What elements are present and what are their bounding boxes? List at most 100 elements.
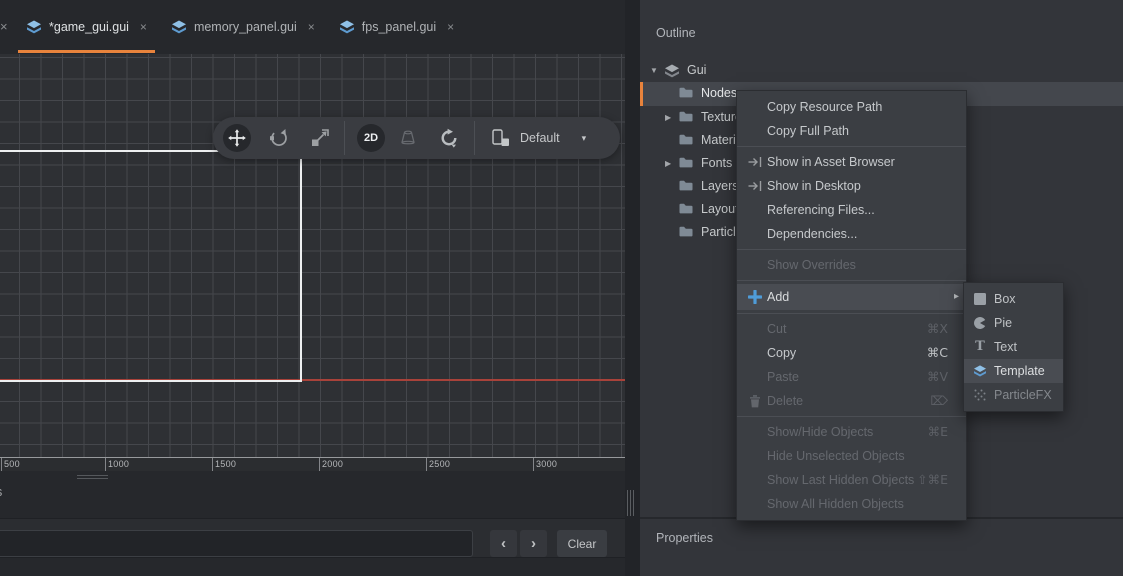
clear-button[interactable]: Clear bbox=[557, 530, 607, 557]
close-icon[interactable]: × bbox=[308, 20, 315, 34]
tab-fps-panel[interactable]: fps_panel.gui × bbox=[327, 0, 466, 54]
submenu-item-particlefx[interactable]: ParticleFX bbox=[964, 383, 1063, 407]
console-toolbar: ‹ › Clear bbox=[0, 518, 625, 558]
menu-item-copy[interactable]: Copy ⌘C bbox=[737, 341, 966, 365]
menu-item-show-overrides: Show Overrides bbox=[737, 253, 966, 277]
close-icon[interactable]: × bbox=[0, 19, 14, 34]
folder-icon bbox=[679, 87, 693, 98]
pie-node-icon bbox=[971, 311, 989, 335]
menu-item-show-hide-objects: Show/Hide Objects ⌘E bbox=[737, 420, 966, 444]
menu-item-paste: Paste ⌘V bbox=[737, 365, 966, 389]
gui-scene-icon bbox=[664, 64, 680, 78]
menu-item-referencing-files[interactable]: Referencing Files... bbox=[737, 198, 966, 222]
submenu-item-box[interactable]: Box bbox=[964, 287, 1063, 311]
tree-row-gui[interactable]: ▼ Gui bbox=[640, 59, 1123, 82]
horizontal-ruler: 500 1000 1500 2000 2500 3000 bbox=[0, 457, 625, 471]
tree-label: Nodes bbox=[701, 86, 737, 100]
gui-scene-icon bbox=[26, 20, 42, 34]
outline-panel-title: Outline bbox=[656, 26, 696, 40]
template-node-icon bbox=[971, 359, 989, 383]
console-search-input[interactable] bbox=[0, 530, 473, 557]
viewport-toolbar: 2D bbox=[213, 117, 620, 159]
menu-separator bbox=[737, 280, 966, 281]
2d-mode-button[interactable]: 2D bbox=[357, 124, 385, 152]
expand-icon[interactable]: ▶ bbox=[665, 159, 671, 168]
shortcut-label: ⇧⌘E bbox=[917, 468, 948, 492]
frustum-icon bbox=[398, 128, 418, 148]
tab-label: fps_panel.gui bbox=[362, 20, 436, 34]
ruler-label: 1500 bbox=[215, 459, 236, 469]
ruler-label: 500 bbox=[4, 459, 20, 469]
collapse-icon[interactable]: ▼ bbox=[650, 66, 658, 75]
menu-item-cut: Cut ⌘X bbox=[737, 317, 966, 341]
active-tab-underline bbox=[18, 50, 155, 53]
camera-rotate-icon bbox=[439, 128, 459, 148]
tab-label: memory_panel.gui bbox=[194, 20, 297, 34]
scale-tool-button[interactable] bbox=[310, 128, 330, 148]
selection-bar bbox=[640, 82, 643, 106]
shortcut-label: ⌘E bbox=[928, 420, 948, 444]
folder-icon bbox=[679, 157, 693, 168]
prev-match-button[interactable]: ‹ bbox=[490, 530, 517, 557]
folder-icon bbox=[679, 134, 693, 145]
tree-label: Gui bbox=[687, 63, 706, 77]
center-pane: × *game_gui.gui × memory_pane bbox=[0, 0, 625, 576]
folder-icon bbox=[679, 111, 693, 122]
next-match-button[interactable]: › bbox=[520, 530, 547, 557]
ruler-tick bbox=[533, 458, 534, 471]
submenu-item-text[interactable]: T Text bbox=[964, 335, 1063, 359]
ruler-tick bbox=[426, 458, 427, 471]
perspective-camera-button[interactable] bbox=[398, 128, 418, 148]
expand-icon[interactable]: ▶ bbox=[665, 113, 671, 122]
gui-scene-icon bbox=[171, 20, 187, 34]
menu-separator bbox=[737, 249, 966, 250]
shortcut-label: ⌘C bbox=[927, 341, 948, 365]
camera-profile-dropdown[interactable]: Default bbox=[520, 131, 560, 145]
menu-item-hide-unselected-objects: Hide Unselected Objects bbox=[737, 444, 966, 468]
gui-canvas-bounds bbox=[0, 150, 302, 382]
chevron-down-icon: ▾ bbox=[582, 133, 587, 144]
move-tool-button[interactable] bbox=[223, 124, 251, 152]
move-tool-icon bbox=[228, 129, 246, 147]
submenu-item-template[interactable]: Template bbox=[964, 359, 1063, 383]
console-panel: s ‹ › Clear bbox=[0, 471, 625, 576]
close-icon[interactable]: × bbox=[447, 20, 454, 34]
menu-item-add[interactable]: Add ▸ bbox=[737, 284, 966, 310]
menu-item-show-in-asset-browser[interactable]: Show in Asset Browser bbox=[737, 150, 966, 174]
tab-game-gui[interactable]: *game_gui.gui × bbox=[14, 0, 159, 54]
reset-camera-button[interactable] bbox=[439, 128, 459, 148]
tab-memory-panel[interactable]: memory_panel.gui × bbox=[159, 0, 327, 54]
text-node-icon: T bbox=[971, 335, 989, 359]
menu-item-dependencies[interactable]: Dependencies... bbox=[737, 222, 966, 246]
horizontal-split-handle[interactable] bbox=[77, 475, 108, 481]
ruler-label: 2500 bbox=[429, 459, 450, 469]
close-icon[interactable]: × bbox=[140, 20, 147, 34]
ruler-label: 3000 bbox=[536, 459, 557, 469]
menu-item-delete: Delete ⌦ bbox=[737, 389, 966, 413]
plus-icon bbox=[746, 284, 764, 310]
menu-separator bbox=[737, 416, 966, 417]
properties-panel-title: Properties bbox=[656, 531, 713, 545]
ruler-label: 2000 bbox=[322, 459, 343, 469]
ruler-tick bbox=[212, 458, 213, 471]
clipped-tab-label-fragment: s bbox=[0, 485, 2, 499]
menu-item-copy-full-path[interactable]: Copy Full Path bbox=[737, 119, 966, 143]
scene-viewport[interactable]: 2D bbox=[0, 54, 625, 457]
device-profile-button[interactable] bbox=[488, 129, 510, 147]
tree-label: Fonts bbox=[701, 156, 732, 170]
folder-icon bbox=[679, 180, 693, 191]
submenu-item-pie[interactable]: Pie bbox=[964, 311, 1063, 335]
trash-icon bbox=[746, 389, 764, 413]
menu-item-show-in-desktop[interactable]: Show in Desktop bbox=[737, 174, 966, 198]
rotate-tool-button[interactable] bbox=[269, 128, 289, 148]
shortcut-label: ⌦ bbox=[930, 389, 948, 413]
tab-bar: × *game_gui.gui × memory_pane bbox=[0, 0, 625, 54]
shortcut-label: ⌘V bbox=[927, 365, 948, 389]
folder-icon bbox=[679, 226, 693, 237]
vertical-split-divider[interactable] bbox=[625, 0, 640, 576]
folder-icon bbox=[679, 203, 693, 214]
menu-item-copy-resource-path[interactable]: Copy Resource Path bbox=[737, 95, 966, 119]
jump-to-icon bbox=[746, 150, 764, 174]
ruler-tick bbox=[319, 458, 320, 471]
particlefx-node-icon bbox=[971, 383, 989, 407]
